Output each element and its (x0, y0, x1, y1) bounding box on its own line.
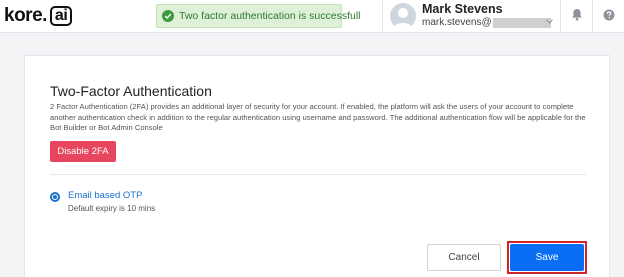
description-text: 2 Factor Authentication (2FA) provides a… (50, 102, 586, 132)
check-circle-icon (162, 10, 174, 22)
cancel-button[interactable]: Cancel (427, 244, 501, 271)
email-otp-radio[interactable] (50, 192, 60, 202)
otp-expiry-text: Default expiry is 10 mins (68, 204, 156, 213)
email-redaction (492, 17, 551, 28)
notifications-button[interactable] (560, 0, 592, 33)
user-email-text: mark.stevens@ (422, 17, 492, 28)
avatar[interactable] (390, 3, 416, 29)
help-button[interactable] (592, 0, 624, 33)
success-toast: Two factor authentication is successfull (156, 4, 361, 28)
user-name: Mark Stevens (422, 2, 503, 16)
top-bar: kore. ai Two factor authentication is su… (0, 0, 624, 33)
save-highlight: Save (507, 241, 587, 274)
user-menu[interactable]: Mark Stevens mark.stevens@ (382, 0, 560, 33)
save-button[interactable]: Save (510, 244, 584, 271)
radio-selected-dot (53, 195, 57, 199)
help-icon (603, 8, 615, 26)
bell-icon (571, 8, 583, 26)
two-factor-card: Two-Factor Authentication 2 Factor Authe… (24, 55, 610, 277)
user-email: mark.stevens@ (422, 17, 551, 28)
logo-text: kore. (4, 5, 47, 26)
disable-2fa-button[interactable]: Disable 2FA (50, 141, 116, 162)
page-title: Two-Factor Authentication (50, 83, 212, 99)
chevron-down-icon[interactable] (546, 11, 553, 29)
divider (50, 174, 586, 175)
toast-message: Two factor authentication is successfull (179, 10, 361, 22)
logo-box-text: ai (49, 6, 73, 26)
kore-ai-logo[interactable]: kore. ai (4, 5, 73, 27)
email-otp-label[interactable]: Email based OTP (68, 190, 142, 201)
